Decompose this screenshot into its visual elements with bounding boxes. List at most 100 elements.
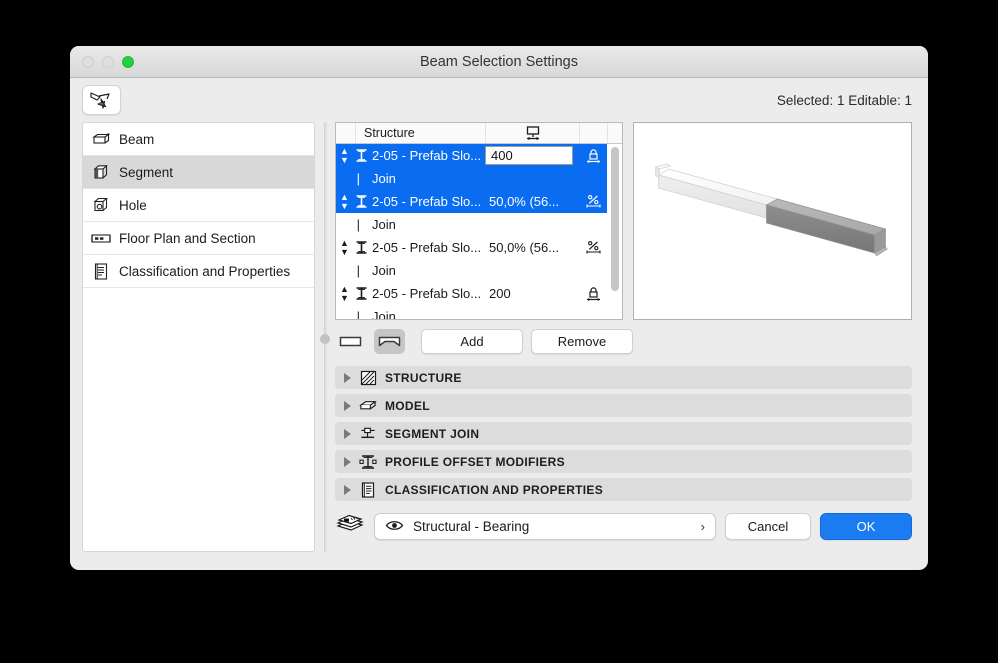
length-dimension-icon[interactable] xyxy=(486,123,580,143)
segment-name: 2-05 - Prefab Slo... xyxy=(372,194,482,209)
table-row[interactable]: | Join xyxy=(336,167,607,190)
window-body: Beam Segment Hole Floor Plan and Section… xyxy=(70,120,928,570)
layer-value: Structural - Bearing xyxy=(413,519,530,534)
segment-name: 2-05 - Prefab Slo... xyxy=(372,240,482,255)
dialog-footer: Structural - Bearing › Cancel OK xyxy=(335,513,912,540)
hatch-pattern-icon xyxy=(359,369,377,386)
reorder-arrows-icon[interactable]: ▲ ▼ xyxy=(336,146,350,165)
table-header-modifier-col xyxy=(580,123,608,143)
table-row[interactable]: ▲ ▼ 2-05 - Prefab Slo... 50,0% (56... xyxy=(336,236,607,259)
section-profile-offset-modifiers[interactable]: PROFILE OFFSET MODIFIERS xyxy=(335,450,912,473)
sidebar-item-segment[interactable]: Segment xyxy=(83,156,314,189)
sidebar-item-label: Classification and Properties xyxy=(119,263,291,279)
section-label: STRUCTURE xyxy=(385,370,462,385)
sidebar-item-hole[interactable]: Hole xyxy=(83,189,314,222)
eye-icon[interactable] xyxy=(385,519,404,535)
sidebar-item-label: Floor Plan and Section xyxy=(119,230,256,246)
remove-button[interactable]: Remove xyxy=(531,328,633,354)
classification-icon xyxy=(91,262,111,280)
hole-icon xyxy=(91,196,111,214)
table-row[interactable]: | Join xyxy=(336,305,607,319)
segment-toolbar: Add Remove xyxy=(335,320,912,356)
table-body: ▲ ▼ 2-05 - Prefab Slo... 400 | Join ▲ ▼ … xyxy=(336,144,622,319)
tapered-segment-icon[interactable] xyxy=(374,328,405,354)
section-label: CLASSIFICATION AND PROPERTIES xyxy=(385,482,604,497)
segment-name: 2-05 - Prefab Slo... xyxy=(372,148,482,163)
profile-offset-icon xyxy=(359,453,377,470)
sidebar-item-beam[interactable]: Beam xyxy=(83,123,314,156)
sidebar-item-label: Segment xyxy=(119,164,174,180)
join-connector-icon: | xyxy=(356,309,360,319)
table-scrollbar-thumb[interactable] xyxy=(610,147,619,291)
i-beam-profile-icon xyxy=(350,194,372,209)
lock-icon[interactable] xyxy=(579,148,607,164)
section-label: SEGMENT JOIN xyxy=(385,426,480,441)
chevron-right-icon[interactable]: › xyxy=(701,519,705,534)
beam-3d-preview[interactable] xyxy=(631,120,914,322)
segment-length-value[interactable]: 50,0% (56... xyxy=(485,240,579,255)
cancel-button[interactable]: Cancel xyxy=(725,513,811,540)
segments-table: Structure ▲ ▼ 2-05 - Prefab Slo... 400 |… xyxy=(335,122,623,320)
add-button[interactable]: Add xyxy=(421,328,523,354)
join-connector-icon: | xyxy=(356,171,360,186)
floor-plan-icon xyxy=(91,229,111,247)
table-rows: ▲ ▼ 2-05 - Prefab Slo... 400 | Join ▲ ▼ … xyxy=(336,144,607,319)
arrow-star-selection-icon[interactable] xyxy=(82,85,121,115)
section-model[interactable]: MODEL xyxy=(335,394,912,417)
table-row[interactable]: ▲ ▼ 2-05 - Prefab Slo... 200 xyxy=(336,282,607,305)
straight-segment-icon[interactable] xyxy=(335,329,366,354)
segments-and-preview: Structure ▲ ▼ 2-05 - Prefab Slo... 400 |… xyxy=(335,120,914,322)
reorder-arrows-icon[interactable]: ▲ ▼ xyxy=(336,192,350,211)
window-title: Beam Selection Settings xyxy=(420,53,578,70)
beam-icon xyxy=(91,130,111,148)
table-row[interactable]: ▲ ▼ 2-05 - Prefab Slo... 400 xyxy=(336,144,607,167)
sidebar-item-floor-plan-and-section[interactable]: Floor Plan and Section xyxy=(83,222,314,255)
i-beam-profile-icon xyxy=(350,286,372,301)
chevron-right-icon[interactable] xyxy=(344,428,351,439)
settings-content: Structure ▲ ▼ 2-05 - Prefab Slo... 400 |… xyxy=(335,120,914,570)
section-classification-and-properties[interactable]: CLASSIFICATION AND PROPERTIES xyxy=(335,478,912,501)
layer-select[interactable]: Structural - Bearing › xyxy=(374,513,716,540)
sidebar-item-classification-and-properties[interactable]: Classification and Properties xyxy=(83,255,314,288)
settings-sidebar: Beam Segment Hole Floor Plan and Section… xyxy=(82,122,315,552)
percent-icon[interactable] xyxy=(579,194,607,210)
segment-length-input[interactable]: 400 xyxy=(485,146,573,165)
table-row[interactable]: | Join xyxy=(336,213,607,236)
i-beam-profile-icon xyxy=(350,148,372,163)
ok-button[interactable]: OK xyxy=(820,513,912,540)
table-scrollbar[interactable] xyxy=(607,144,622,319)
section-segment-join[interactable]: SEGMENT JOIN xyxy=(335,422,912,445)
segment-join-icon xyxy=(359,425,377,442)
lock-icon[interactable] xyxy=(579,286,607,302)
segment-name: 2-05 - Prefab Slo... xyxy=(372,286,482,301)
window-titlebar: Beam Selection Settings xyxy=(70,46,928,78)
classification-icon xyxy=(359,481,377,498)
table-header-structure[interactable]: Structure xyxy=(356,123,486,143)
chevron-right-icon[interactable] xyxy=(344,456,351,467)
splitter-handle[interactable] xyxy=(320,334,330,344)
layers-stack-icon[interactable] xyxy=(335,513,365,540)
reorder-arrows-icon[interactable]: ▲ ▼ xyxy=(336,238,350,257)
table-row[interactable]: ▲ ▼ 2-05 - Prefab Slo... 50,0% (56... xyxy=(336,190,607,213)
panel-splitter[interactable] xyxy=(315,122,335,570)
section-label: PROFILE OFFSET MODIFIERS xyxy=(385,454,565,469)
window-toolbar: Selected: 1 Editable: 1 xyxy=(70,78,928,122)
sidebar-item-label: Beam xyxy=(119,131,155,147)
chevron-right-icon[interactable] xyxy=(344,400,351,411)
join-label: Join xyxy=(372,171,396,186)
chevron-right-icon[interactable] xyxy=(344,372,351,383)
table-row[interactable]: | Join xyxy=(336,259,607,282)
join-label: Join xyxy=(372,263,396,278)
section-label: MODEL xyxy=(385,398,430,413)
segment-length-value[interactable]: 200 xyxy=(485,286,579,301)
collapsible-sections: STRUCTURE MODEL SEGMENT JOIN PROFILE OFF… xyxy=(335,366,912,501)
segment-length-value[interactable]: 50,0% (56... xyxy=(485,194,579,209)
section-structure[interactable]: STRUCTURE xyxy=(335,366,912,389)
percent-icon[interactable] xyxy=(579,240,607,256)
beam-selection-settings-window: Beam Selection Settings Selected: 1 Edit… xyxy=(70,46,928,570)
join-label: Join xyxy=(372,309,396,319)
table-header-row: Structure xyxy=(336,123,622,144)
chevron-right-icon[interactable] xyxy=(344,484,351,495)
i-beam-profile-icon xyxy=(350,240,372,255)
reorder-arrows-icon[interactable]: ▲ ▼ xyxy=(336,284,350,303)
